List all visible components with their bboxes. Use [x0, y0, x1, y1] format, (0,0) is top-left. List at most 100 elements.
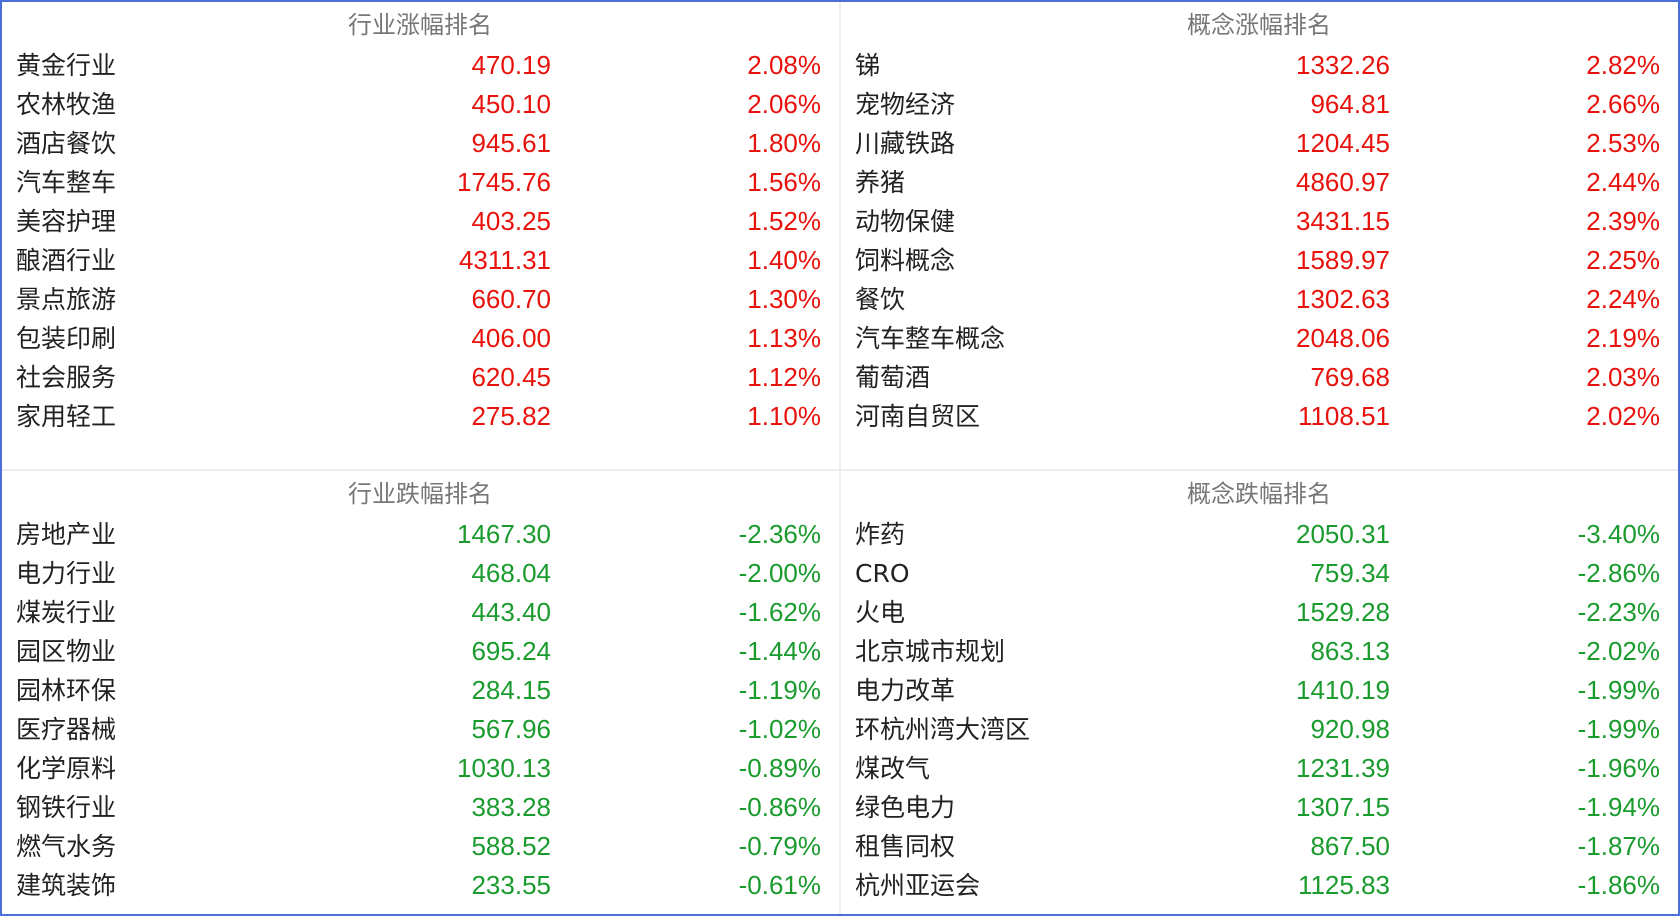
change-percent: -2.86% — [1577, 558, 1660, 588]
sector-name: 园林环保 — [16, 676, 117, 705]
change-percent: 2.08% — [747, 50, 821, 80]
table-row[interactable]: 酿酒行业 4311.31 1.40% — [2, 241, 838, 280]
index-value: 945.61 — [471, 128, 551, 158]
table-row[interactable]: 燃气水务 588.52 -0.79% — [2, 827, 838, 866]
table-row[interactable]: 化学原料 1030.13 -0.89% — [2, 749, 838, 788]
table-row[interactable]: CRO 759.34 -2.86% — [841, 554, 1677, 593]
sector-name: 河南自贸区 — [855, 402, 981, 431]
sector-name: 燃气水务 — [16, 832, 117, 861]
change-percent: -2.02% — [1577, 636, 1660, 666]
sector-name: 绿色电力 — [855, 793, 956, 822]
index-value: 275.82 — [471, 401, 551, 431]
table-row[interactable]: 火电 1529.28 -2.23% — [841, 593, 1677, 632]
table-row[interactable]: 美容护理 403.25 1.52% — [2, 202, 838, 241]
change-percent: 1.52% — [747, 206, 821, 236]
index-value: 406.00 — [471, 323, 551, 353]
index-value: 2048.06 — [1296, 323, 1390, 353]
change-percent: 2.03% — [1586, 362, 1660, 392]
table-row[interactable]: 饲料概念 1589.97 2.25% — [841, 241, 1677, 280]
table-row[interactable]: 房地产业 1467.30 -2.36% — [2, 515, 838, 554]
table-row[interactable]: 社会服务 620.45 1.12% — [2, 358, 838, 397]
table-row[interactable]: 包装印刷 406.00 1.13% — [2, 319, 838, 358]
table-row[interactable]: 餐饮 1302.63 2.24% — [841, 280, 1677, 319]
table-row[interactable]: 建筑装饰 233.55 -0.61% — [2, 866, 838, 905]
table-row[interactable]: 杭州亚运会 1125.83 -1.86% — [841, 866, 1677, 905]
table-row[interactable]: 环杭州湾大湾区 920.98 -1.99% — [841, 710, 1677, 749]
change-percent: -1.19% — [738, 675, 821, 705]
index-value: 620.45 — [471, 362, 551, 392]
table-row[interactable]: 家用轻工 275.82 1.10% — [2, 397, 838, 436]
change-percent: -2.36% — [738, 519, 821, 549]
sector-name: 农林牧渔 — [16, 90, 117, 119]
sector-name: 煤炭行业 — [16, 598, 117, 627]
table-row[interactable]: 医疗器械 567.96 -1.02% — [2, 710, 838, 749]
change-percent: 2.44% — [1586, 167, 1660, 197]
sector-name: 酿酒行业 — [16, 246, 117, 275]
table-row[interactable]: 锑 1332.26 2.82% — [841, 46, 1677, 85]
change-percent: 1.30% — [747, 284, 821, 314]
index-value: 1204.45 — [1296, 128, 1390, 158]
index-value: 450.10 — [471, 89, 551, 119]
change-percent: 2.06% — [747, 89, 821, 119]
change-percent: -3.40% — [1577, 519, 1660, 549]
index-value: 588.52 — [471, 831, 551, 861]
index-value: 867.50 — [1310, 831, 1390, 861]
change-percent: 2.02% — [1586, 401, 1660, 431]
table-row[interactable]: 绿色电力 1307.15 -1.94% — [841, 788, 1677, 827]
table-row[interactable]: 园林环保 284.15 -1.19% — [2, 671, 838, 710]
table-row[interactable]: 煤改气 1231.39 -1.96% — [841, 749, 1677, 788]
change-percent: -2.00% — [738, 558, 821, 588]
change-percent: -1.87% — [1577, 831, 1660, 861]
index-value: 1467.30 — [457, 519, 551, 549]
table-row[interactable]: 园区物业 695.24 -1.44% — [2, 632, 838, 671]
table-row[interactable]: 租售同权 867.50 -1.87% — [841, 827, 1677, 866]
index-value: 1302.63 — [1296, 284, 1390, 314]
change-percent: -1.96% — [1577, 753, 1660, 783]
sector-name: 建筑装饰 — [16, 871, 117, 900]
table-row[interactable]: 电力行业 468.04 -2.00% — [2, 554, 838, 593]
sector-name: 火电 — [855, 598, 906, 627]
table-row[interactable]: 煤炭行业 443.40 -1.62% — [2, 593, 838, 632]
change-percent: -0.86% — [738, 792, 821, 822]
index-value: 1108.51 — [1297, 401, 1390, 431]
index-value: 1030.13 — [457, 753, 551, 783]
table-row[interactable]: 汽车整车 1745.76 1.56% — [2, 163, 838, 202]
table-row[interactable]: 宠物经济 964.81 2.66% — [841, 85, 1677, 124]
index-value: 660.70 — [471, 284, 551, 314]
index-value: 1410.19 — [1296, 675, 1390, 705]
index-value: 470.19 — [471, 50, 551, 80]
index-value: 4311.31 — [458, 245, 551, 275]
change-percent: 2.66% — [1586, 89, 1660, 119]
index-value: 2050.31 — [1296, 519, 1390, 549]
table-row[interactable]: 葡萄酒 769.68 2.03% — [841, 358, 1677, 397]
sector-name: 园区物业 — [16, 637, 117, 666]
table-row[interactable]: 养猪 4860.97 2.44% — [841, 163, 1677, 202]
sector-name: 川藏铁路 — [855, 129, 956, 158]
change-percent: -1.44% — [738, 636, 821, 666]
sector-name: CRO — [855, 559, 910, 588]
sector-name: 环杭州湾大湾区 — [855, 715, 1031, 744]
change-percent: 1.12% — [747, 362, 821, 392]
table-row[interactable]: 景点旅游 660.70 1.30% — [2, 280, 838, 319]
sector-name: 美容护理 — [16, 207, 117, 236]
change-percent: -1.94% — [1577, 792, 1660, 822]
table-row[interactable]: 酒店餐饮 945.61 1.80% — [2, 124, 838, 163]
table-row[interactable]: 农林牧渔 450.10 2.06% — [2, 85, 838, 124]
table-row[interactable]: 黄金行业 470.19 2.08% — [2, 46, 838, 85]
sector-name: 餐饮 — [855, 285, 906, 314]
sector-name: 煤改气 — [855, 754, 931, 783]
change-percent: 2.53% — [1586, 128, 1660, 158]
table-row[interactable]: 河南自贸区 1108.51 2.02% — [841, 397, 1677, 436]
table-row[interactable]: 钢铁行业 383.28 -0.86% — [2, 788, 838, 827]
change-percent: 1.13% — [747, 323, 821, 353]
table-row[interactable]: 动物保健 3431.15 2.39% — [841, 202, 1677, 241]
table-row[interactable]: 川藏铁路 1204.45 2.53% — [841, 124, 1677, 163]
index-value: 284.15 — [471, 675, 551, 705]
table-row[interactable]: 北京城市规划 863.13 -2.02% — [841, 632, 1677, 671]
table-row[interactable]: 电力改革 1410.19 -1.99% — [841, 671, 1677, 710]
index-value: 1231.39 — [1296, 753, 1390, 783]
table-row[interactable]: 汽车整车概念 2048.06 2.19% — [841, 319, 1677, 358]
sector-name: 黄金行业 — [16, 51, 117, 80]
table-row[interactable]: 炸药 2050.31 -3.40% — [841, 515, 1677, 554]
change-percent: -1.02% — [738, 714, 821, 744]
